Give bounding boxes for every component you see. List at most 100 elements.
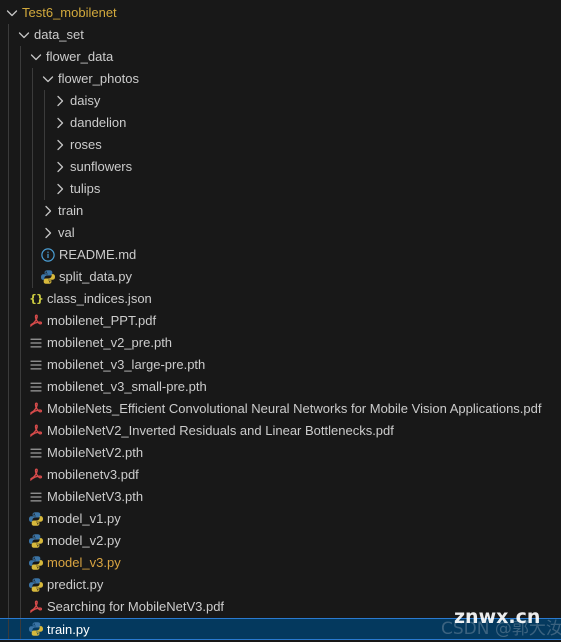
tree-folder-row[interactable]: tulips — [0, 178, 561, 200]
chevron-down-icon[interactable] — [40, 68, 56, 90]
file-explorer-tree[interactable]: Test6_mobilenet data_set flower_dataflower… — [0, 0, 561, 642]
chevron-right-icon[interactable] — [52, 112, 68, 134]
tree-file-row[interactable]: split_data.py — [0, 266, 561, 288]
indent-guide — [32, 266, 33, 288]
indent-guide — [20, 376, 21, 398]
indent-guide — [8, 244, 9, 266]
indent-guide — [20, 178, 21, 200]
indent-guide — [20, 442, 21, 464]
indent-guide — [8, 68, 9, 90]
indent-guide — [8, 420, 9, 442]
indent-guide — [8, 178, 9, 200]
indent-guide — [8, 222, 9, 244]
indent-guide — [20, 574, 21, 596]
indent-guide — [8, 332, 9, 354]
indent-guide — [8, 530, 9, 552]
indent-guide — [20, 398, 21, 420]
indent-guide — [20, 68, 21, 90]
tree-item-label: README.md — [59, 247, 137, 262]
indent-guide — [32, 156, 33, 178]
indent-guide — [20, 530, 21, 552]
tree-folder-row[interactable]: train — [0, 200, 561, 222]
indent-guide — [8, 486, 9, 508]
indent-guide — [32, 200, 33, 222]
indent-guide — [20, 200, 21, 222]
tree-file-row[interactable]: predict.py — [0, 574, 561, 596]
tree-folder-row[interactable]: daisy — [0, 90, 561, 112]
tree-file-row[interactable]: model_v1.py — [0, 508, 561, 530]
indent-guide — [8, 156, 9, 178]
tree-item-label: Test6_mobilenet — [22, 5, 117, 20]
indent-guide — [8, 596, 9, 618]
tree-folder-row[interactable]: Test6_mobilenet — [0, 2, 561, 24]
tree-item-label: data_set — [34, 27, 84, 42]
tree-item-label: val — [58, 225, 75, 240]
tree-file-row[interactable]: README.md — [0, 244, 561, 266]
tree-item-label: mobilenetv3.pdf — [47, 467, 139, 482]
markdown-info-icon — [40, 244, 56, 266]
indent-guide — [44, 112, 45, 134]
tree-folder-row[interactable]: val — [0, 222, 561, 244]
tree-file-row[interactable]: train.py — [0, 618, 561, 640]
indent-guide — [32, 112, 33, 134]
tree-item-label: Searching for MobileNetV3.pdf — [47, 599, 225, 614]
indent-guide — [8, 90, 9, 112]
indent-guide — [20, 354, 21, 376]
tree-item-label: predict.py — [47, 577, 104, 592]
indent-guide — [8, 24, 9, 46]
tree-item-label: mobilenet_v3_large-pre.pth — [47, 357, 206, 372]
indent-guide — [8, 464, 9, 486]
indent-guide — [44, 178, 45, 200]
tree-file-row[interactable]: MobileNetV2.pth — [0, 442, 561, 464]
chevron-down-icon[interactable] — [16, 24, 32, 46]
tree-file-row[interactable]: mobilenet_v3_large-pre.pth — [0, 354, 561, 376]
tree-file-row[interactable]: {} class_indices.json — [0, 288, 561, 310]
tree-file-row[interactable]: model_v2.py — [0, 530, 561, 552]
tree-file-row[interactable]: mobilenet_PPT.pdf — [0, 310, 561, 332]
python-icon — [40, 266, 56, 288]
tree-folder-row[interactable]: flower_photos — [0, 68, 561, 90]
tree-file-row[interactable]: Searching for MobileNetV3.pdf — [0, 596, 561, 618]
python-icon — [28, 552, 44, 574]
chevron-down-icon[interactable] — [28, 46, 44, 68]
tree-folder-row[interactable]: roses — [0, 134, 561, 156]
tree-file-row[interactable]: MobileNetV2_Inverted Residuals and Linea… — [0, 420, 561, 442]
indent-guide — [32, 90, 33, 112]
tree-item-label: daisy — [70, 93, 101, 108]
json-icon: {} — [29, 292, 44, 305]
chevron-right-icon[interactable] — [52, 178, 68, 200]
indent-guide — [32, 134, 33, 156]
chevron-right-icon[interactable] — [52, 90, 68, 112]
chevron-right-icon[interactable] — [52, 134, 68, 156]
indent-guide — [8, 354, 9, 376]
tree-item-label: flower_photos — [58, 71, 139, 86]
tree-folder-row[interactable]: data_set — [0, 24, 561, 46]
tree-folder-row[interactable]: flower_data — [0, 46, 561, 68]
tree-folder-row[interactable]: dandelion — [0, 112, 561, 134]
chevron-right-icon[interactable] — [52, 156, 68, 178]
chevron-down-icon[interactable] — [4, 2, 20, 24]
tree-item-label: MobileNets_Efficient Convolutional Neura… — [47, 401, 542, 416]
indent-guide — [20, 156, 21, 178]
tree-folder-row[interactable]: sunflowers — [0, 156, 561, 178]
tree-file-row[interactable]: mobilenet_v2_pre.pth — [0, 332, 561, 354]
tree-item-label: MobileNetV3.pth — [47, 489, 144, 504]
indent-guide — [44, 90, 45, 112]
indent-guide — [8, 134, 9, 156]
tree-file-row[interactable]: mobilenetv3.pdf — [0, 464, 561, 486]
indent-guide — [8, 288, 9, 310]
tree-file-row[interactable]: model_v3.py — [0, 552, 561, 574]
indent-guide — [8, 552, 9, 574]
tree-file-row[interactable]: MobileNetV3.pth — [0, 486, 561, 508]
tree-file-row[interactable]: mobilenet_v3_small-pre.pth — [0, 376, 561, 398]
indent-guide — [44, 156, 45, 178]
indent-guide — [20, 222, 21, 244]
pdf-icon — [28, 420, 44, 442]
indent-guide — [8, 46, 9, 68]
tree-file-row[interactable]: MobileNets_Efficient Convolutional Neura… — [0, 398, 561, 420]
chevron-right-icon[interactable] — [40, 200, 56, 222]
chevron-right-icon[interactable] — [40, 222, 56, 244]
pdf-icon — [28, 310, 44, 332]
indent-guide — [32, 178, 33, 200]
indent-guide — [44, 134, 45, 156]
